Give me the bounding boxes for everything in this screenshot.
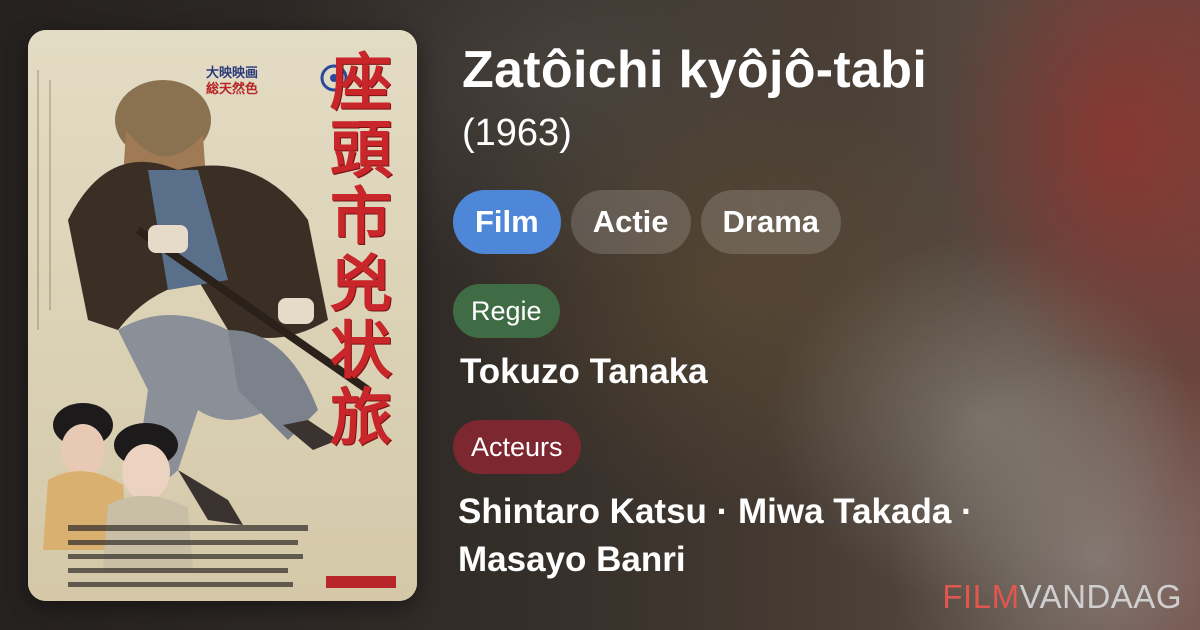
site-logo: FILMVANDAAG bbox=[942, 578, 1182, 616]
poster-studio-line-1: 大映映画 bbox=[206, 66, 259, 81]
poster-title-char: 座 bbox=[329, 46, 392, 119]
movie-year: (1963) bbox=[462, 112, 572, 154]
poster-title-char: 旅 bbox=[329, 380, 392, 454]
poster-title-char: 市 bbox=[329, 179, 392, 253]
genre-list: Film Actie Drama bbox=[453, 190, 842, 254]
cast-label-badge: Acteurs bbox=[453, 420, 581, 474]
genre-pill-film[interactable]: Film bbox=[453, 190, 561, 254]
genre-pill-actie[interactable]: Actie bbox=[570, 190, 691, 254]
genre-pill-drama[interactable]: Drama bbox=[700, 190, 842, 254]
poster-title-char: 状 bbox=[329, 313, 392, 387]
cast-names: Shintaro Katsu · Miwa Takada · Masayo Ba… bbox=[458, 492, 973, 579]
movie-title: Zatôichi kyôjô-tabi bbox=[462, 41, 928, 99]
director-label-badge: Regie bbox=[453, 284, 560, 338]
poster-studio-credit: 大映映画 総天然色 bbox=[206, 66, 258, 99]
site-logo-part-1: FILM bbox=[942, 578, 1020, 615]
poster-title-char: 頭 bbox=[329, 112, 392, 186]
site-logo-part-2: VANDAAG bbox=[1019, 578, 1182, 615]
poster-title-vertical: 座 頭 市 兇 状 旅 bbox=[317, 46, 405, 454]
poster-title-char: 兇 bbox=[329, 246, 392, 320]
director-name: Tokuzo Tanaka bbox=[460, 352, 708, 391]
movie-poster: 大映映画 総天然色 座 頭 市 兇 状 旅 bbox=[28, 30, 417, 601]
poster-studio-line-2: 総天然色 bbox=[206, 82, 259, 98]
